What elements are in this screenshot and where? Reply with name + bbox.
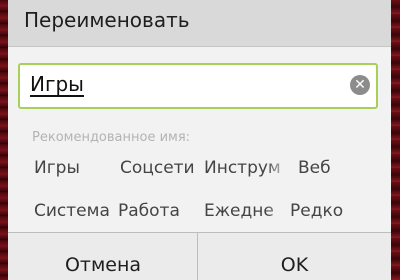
background-left bbox=[0, 0, 8, 280]
name-input-value[interactable]: Игры bbox=[30, 73, 84, 97]
suggestion-tools[interactable]: Инструм bbox=[204, 158, 292, 178]
suggestions-label: Рекомендованное имя: bbox=[32, 130, 191, 145]
suggestion-system[interactable]: Система bbox=[34, 201, 110, 221]
suggestion-web[interactable]: Веб bbox=[298, 158, 331, 178]
suggestion-games[interactable]: Игры bbox=[34, 158, 80, 178]
dialog-title: Переименовать bbox=[24, 8, 190, 32]
suggestion-social[interactable]: Соцсети bbox=[120, 158, 195, 178]
dialog-button-bar: Отмена OK bbox=[8, 232, 391, 280]
suggestion-daily[interactable]: Ежедне bbox=[204, 201, 292, 221]
name-input[interactable]: Игры ✕ bbox=[18, 63, 378, 109]
rename-dialog: Переименовать Игры ✕ Рекомендованное имя… bbox=[8, 0, 391, 280]
suggestion-work[interactable]: Работа bbox=[118, 201, 180, 221]
suggestion-rarely[interactable]: Редко bbox=[290, 201, 343, 221]
background-right bbox=[391, 0, 400, 280]
clear-icon[interactable]: ✕ bbox=[350, 75, 370, 95]
ok-button[interactable]: OK bbox=[198, 233, 391, 280]
cancel-button[interactable]: Отмена bbox=[8, 233, 198, 280]
dialog-title-bar: Переименовать bbox=[8, 0, 391, 47]
